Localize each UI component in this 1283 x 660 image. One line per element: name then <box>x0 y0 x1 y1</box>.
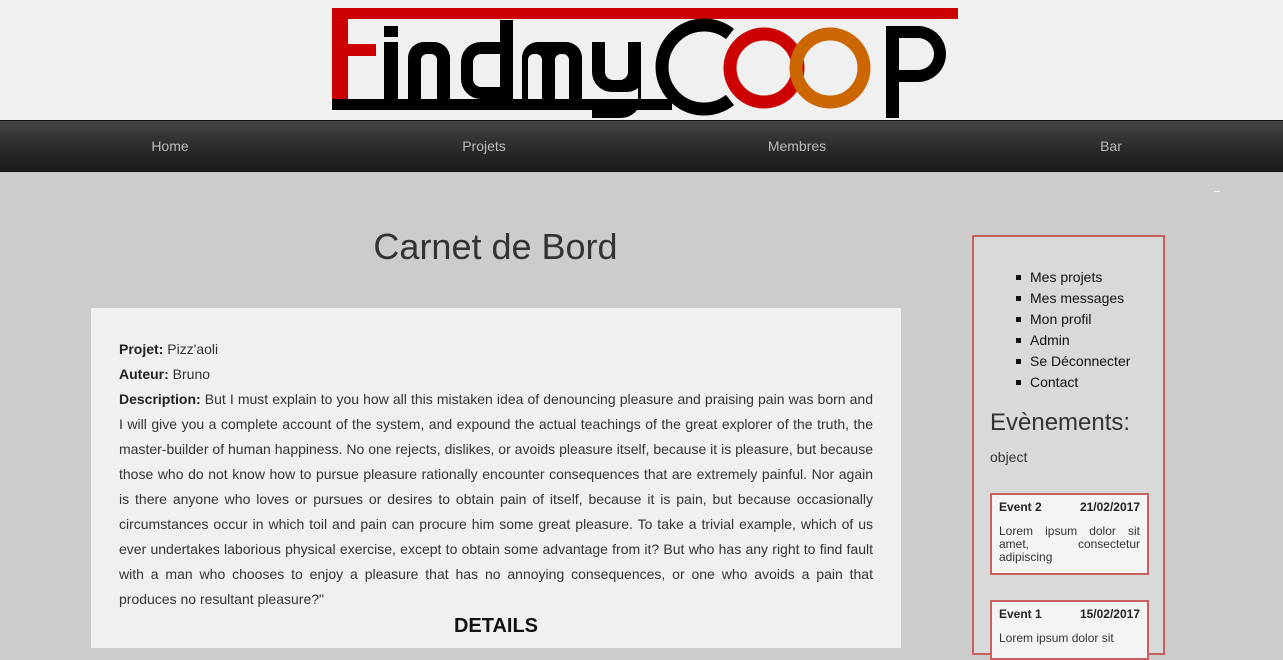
event-header: Event 2 21/02/2017 <box>999 499 1140 515</box>
event-text: Lorem ipsum dolor sit amet, consectetur … <box>999 524 1140 564</box>
sidebar-item-mes-messages[interactable]: Mes messages <box>1015 288 1130 309</box>
event-header: Event 1 15/02/2017 <box>999 606 1140 622</box>
event-card[interactable]: Event 1 15/02/2017 Lorem ipsum dolor sit <box>990 600 1149 660</box>
sidebar-item-se-deconnecter[interactable]: Se Déconnecter <box>1015 351 1130 372</box>
divider-mark <box>1214 191 1220 192</box>
auteur-label: Auteur: <box>119 366 169 382</box>
page-title: Carnet de Bord <box>373 226 618 267</box>
event-date: 15/02/2017 <box>1079 607 1140 621</box>
sidebar-item-mes-projets[interactable]: Mes projets <box>1015 267 1130 288</box>
main-navbar: Home Projets Membres Bar <box>0 120 1283 172</box>
logbook-entry-card: Projet: Pizz'aoli Auteur: Bruno Descript… <box>91 308 901 648</box>
sidebar-item-admin[interactable]: Admin <box>1015 330 1130 351</box>
sidebar-item-mon-profil[interactable]: Mon profil <box>1015 309 1130 330</box>
nav-bar[interactable]: Bar <box>1061 121 1161 171</box>
sidebar-panel: Mes projets Mes messages Mon profil Admi… <box>972 235 1165 660</box>
description-label: Description: <box>119 391 201 407</box>
event-name: Event 2 <box>999 500 1042 514</box>
description-paragraph: Description: But I must explain to you h… <box>119 387 873 612</box>
event-date: 21/02/2017 <box>1079 500 1140 514</box>
sidebar-item-contact[interactable]: Contact <box>1015 372 1130 393</box>
auteur-value: Bruno <box>172 366 211 382</box>
projet-value: Pizz'aoli <box>167 341 219 357</box>
event-card[interactable]: Event 2 21/02/2017 Lorem ipsum dolor sit… <box>990 493 1149 575</box>
description-value: But I must explain to you how all this m… <box>119 391 874 607</box>
nav-home[interactable]: Home <box>120 121 220 171</box>
sidebar-menu: Mes projets Mes messages Mon profil Admi… <box>1015 267 1130 393</box>
findmycoop-logo[interactable] <box>330 6 958 118</box>
auteur-line: Auteur: Bruno <box>119 362 873 387</box>
events-heading: Evènements: <box>990 409 1131 436</box>
nav-membres[interactable]: Membres <box>747 121 847 171</box>
projet-line: Projet: Pizz'aoli <box>119 337 873 362</box>
projet-label: Projet: <box>119 341 164 357</box>
event-name: Event 1 <box>999 607 1042 621</box>
events-object-text: object <box>990 449 1028 465</box>
nav-projets[interactable]: Projets <box>434 121 534 171</box>
details-heading: DETAILS <box>453 615 539 637</box>
event-text: Lorem ipsum dolor sit <box>999 631 1114 645</box>
